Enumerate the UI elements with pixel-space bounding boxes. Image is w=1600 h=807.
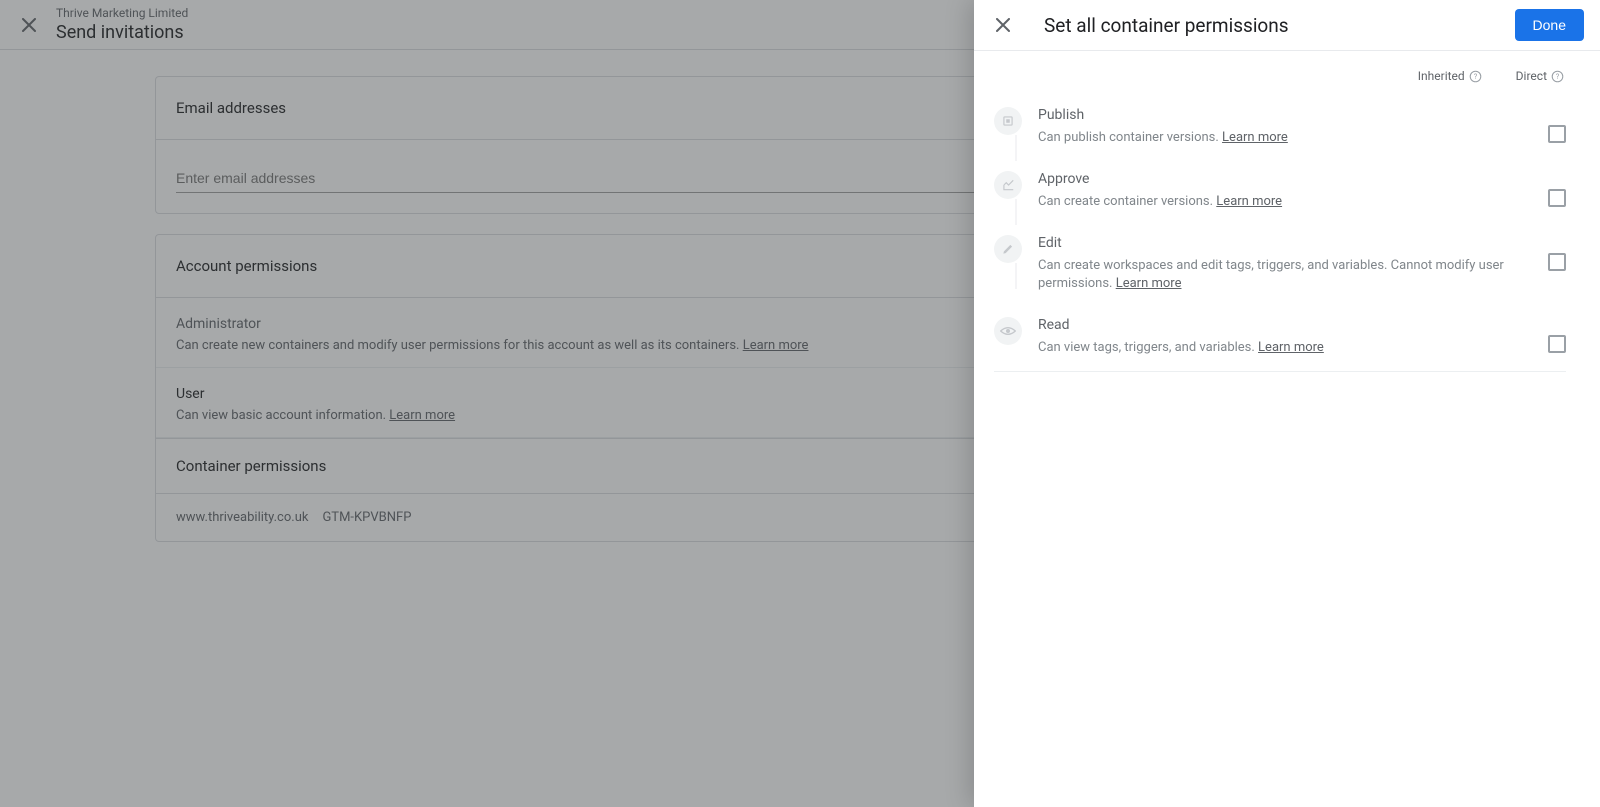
help-icon[interactable]: ? (1469, 70, 1482, 83)
publish-checkbox[interactable] (1548, 125, 1566, 143)
close-icon[interactable] (996, 18, 1010, 32)
permission-row-approve: Approve Can create container versions. L… (994, 161, 1566, 225)
permission-list: Publish Can publish container versions. … (994, 97, 1566, 372)
learn-more-link[interactable]: Learn more (1258, 340, 1324, 355)
perm-name: Read (1038, 317, 1528, 333)
permission-row-read: Read Can view tags, triggers, and variab… (994, 307, 1566, 371)
perm-name: Approve (1038, 171, 1528, 187)
learn-more-link[interactable]: Learn more (1216, 194, 1282, 209)
perm-desc: Can create container versions. Learn mor… (1038, 193, 1528, 211)
inherited-label: Inherited ? (1418, 69, 1482, 83)
perm-desc: Can create workspaces and edit tags, tri… (1038, 257, 1528, 293)
perm-desc: Can view tags, triggers, and variables. … (1038, 339, 1528, 357)
learn-more-link[interactable]: Learn more (1116, 276, 1182, 291)
edit-icon (994, 235, 1022, 263)
svg-text:?: ? (1473, 71, 1477, 80)
learn-more-link[interactable]: Learn more (1222, 130, 1288, 145)
permission-row-publish: Publish Can publish container versions. … (994, 97, 1566, 161)
permission-row-edit: Edit Can create workspaces and edit tags… (994, 225, 1566, 307)
approve-checkbox[interactable] (1548, 189, 1566, 207)
perm-name: Publish (1038, 107, 1528, 123)
edit-checkbox[interactable] (1548, 253, 1566, 271)
help-icon[interactable]: ? (1551, 70, 1564, 83)
perm-desc: Can publish container versions. Learn mo… (1038, 129, 1528, 147)
done-button[interactable]: Done (1515, 9, 1584, 41)
direct-label: Direct ? (1516, 69, 1564, 83)
perm-name: Edit (1038, 235, 1528, 251)
panel-title: Set all container permissions (1044, 14, 1515, 37)
set-permissions-panel: Set all container permissions Done Inher… (974, 0, 1600, 807)
approve-icon (994, 171, 1022, 199)
read-icon (994, 317, 1022, 345)
publish-icon (994, 107, 1022, 135)
column-headers: Inherited ? Direct ? (994, 63, 1566, 97)
read-checkbox[interactable] (1548, 335, 1566, 353)
svg-text:?: ? (1556, 71, 1560, 80)
panel-header: Set all container permissions Done (974, 0, 1600, 50)
